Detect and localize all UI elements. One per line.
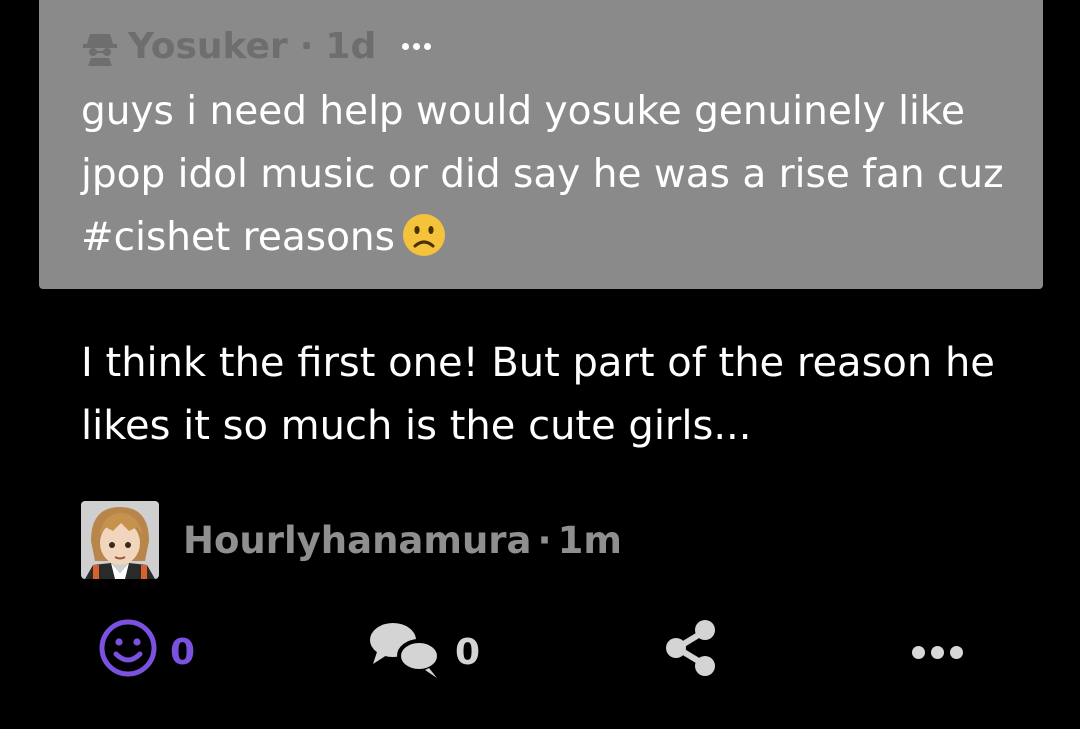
quoted-username[interactable]: Yosuker — [128, 26, 288, 67]
share-button[interactable] — [663, 619, 719, 686]
quoted-post-text: guys i need help would yosuke genuinely … — [81, 89, 1004, 260]
react-button[interactable]: 0 — [98, 618, 196, 687]
avatar[interactable] — [81, 501, 159, 579]
smiley-icon — [98, 618, 158, 687]
action-bar: 0 0 — [0, 618, 1080, 687]
comment-count: 0 — [455, 631, 481, 673]
author-timestamp: 1m — [557, 518, 622, 562]
quoted-more-icon[interactable] — [402, 42, 432, 50]
author-username[interactable]: Hourlyhanamura — [183, 519, 532, 562]
slightly-frowning-face-icon — [401, 212, 447, 258]
author-meta: Hourlyhanamura · 1m — [183, 519, 622, 562]
more-horizontal-icon — [912, 645, 963, 659]
quoted-post-meta: Yosuker · 1d — [80, 24, 432, 68]
spy-icon — [80, 26, 120, 66]
share-icon — [663, 619, 719, 686]
meta-separator: · — [537, 518, 552, 562]
quoted-timestamp: 1d — [325, 25, 377, 67]
reaction-count: 0 — [170, 631, 196, 673]
more-options-button[interactable] — [912, 620, 963, 684]
speech-bubbles-icon — [367, 618, 443, 687]
comment-button[interactable]: 0 — [367, 620, 480, 684]
meta-separator: · — [299, 25, 314, 67]
author-row: Hourlyhanamura · 1m — [81, 500, 622, 580]
reply-text: I think the first one! But part of the r… — [81, 340, 995, 449]
